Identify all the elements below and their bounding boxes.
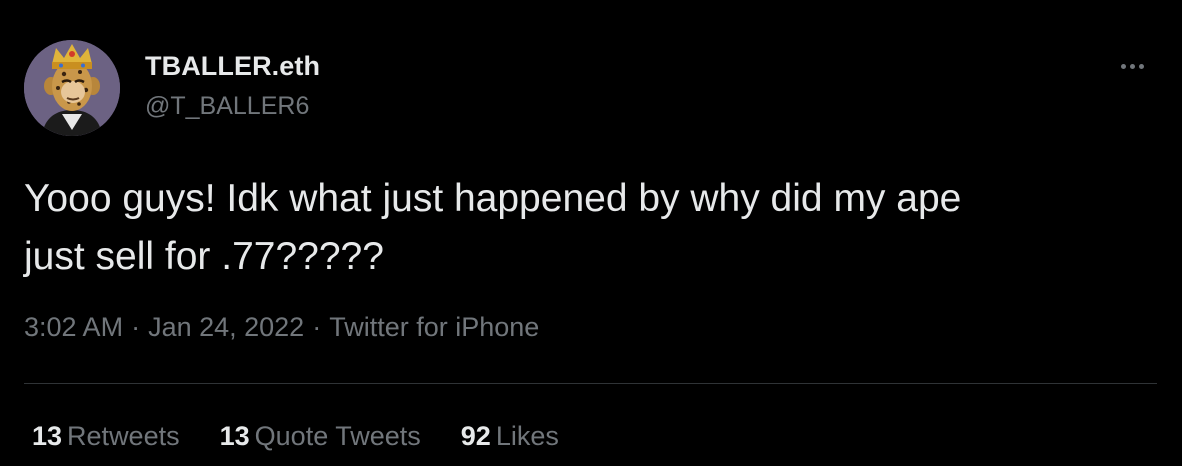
tweet-meta: 3:02 AM · Jan 24, 2022 · Twitter for iPhone xyxy=(24,312,539,343)
tweet-text: Yooo guys! Idk what just happened by why… xyxy=(24,170,1154,286)
retweets-stat[interactable]: 13 Retweets xyxy=(32,421,180,452)
author-display-name[interactable]: TBALLER.eth xyxy=(145,51,320,82)
author-handle[interactable]: @T_BALLER6 xyxy=(145,92,309,121)
likes-stat[interactable]: 92 Likes xyxy=(461,421,559,452)
tweet-text-line: Yooo guys! Idk what just happened by why… xyxy=(24,177,962,220)
more-dot-icon xyxy=(1120,63,1126,69)
retweets-label: Retweets xyxy=(67,421,180,451)
ape-avatar-icon xyxy=(24,40,120,136)
retweets-count: 13 xyxy=(32,421,63,451)
likes-label: Likes xyxy=(495,421,559,451)
tweet-card: TBALLER.eth @T_BALLER6 Yooo guys! Idk wh… xyxy=(0,0,1182,466)
tweet-source[interactable]: Twitter for iPhone xyxy=(329,312,539,342)
more-options-button[interactable] xyxy=(1112,52,1152,80)
quote-tweets-count: 13 xyxy=(219,421,250,451)
meta-separator: · xyxy=(131,312,141,342)
more-dot-icon xyxy=(1129,63,1135,69)
more-dot-icon xyxy=(1138,63,1144,69)
tweet-date[interactable]: Jan 24, 2022 xyxy=(148,312,304,342)
divider xyxy=(24,383,1157,384)
tweet-time[interactable]: 3:02 AM xyxy=(24,312,123,342)
likes-count: 92 xyxy=(460,421,491,451)
quote-tweets-label: Quote Tweets xyxy=(254,421,421,451)
quote-tweets-stat[interactable]: 13 Quote Tweets xyxy=(220,421,421,452)
avatar[interactable] xyxy=(24,40,120,136)
tweet-text-line: just sell for .77????? xyxy=(24,235,384,278)
tweet-stats: 13 Retweets 13 Quote Tweets 92 Likes xyxy=(32,421,559,452)
meta-separator: · xyxy=(312,312,322,342)
